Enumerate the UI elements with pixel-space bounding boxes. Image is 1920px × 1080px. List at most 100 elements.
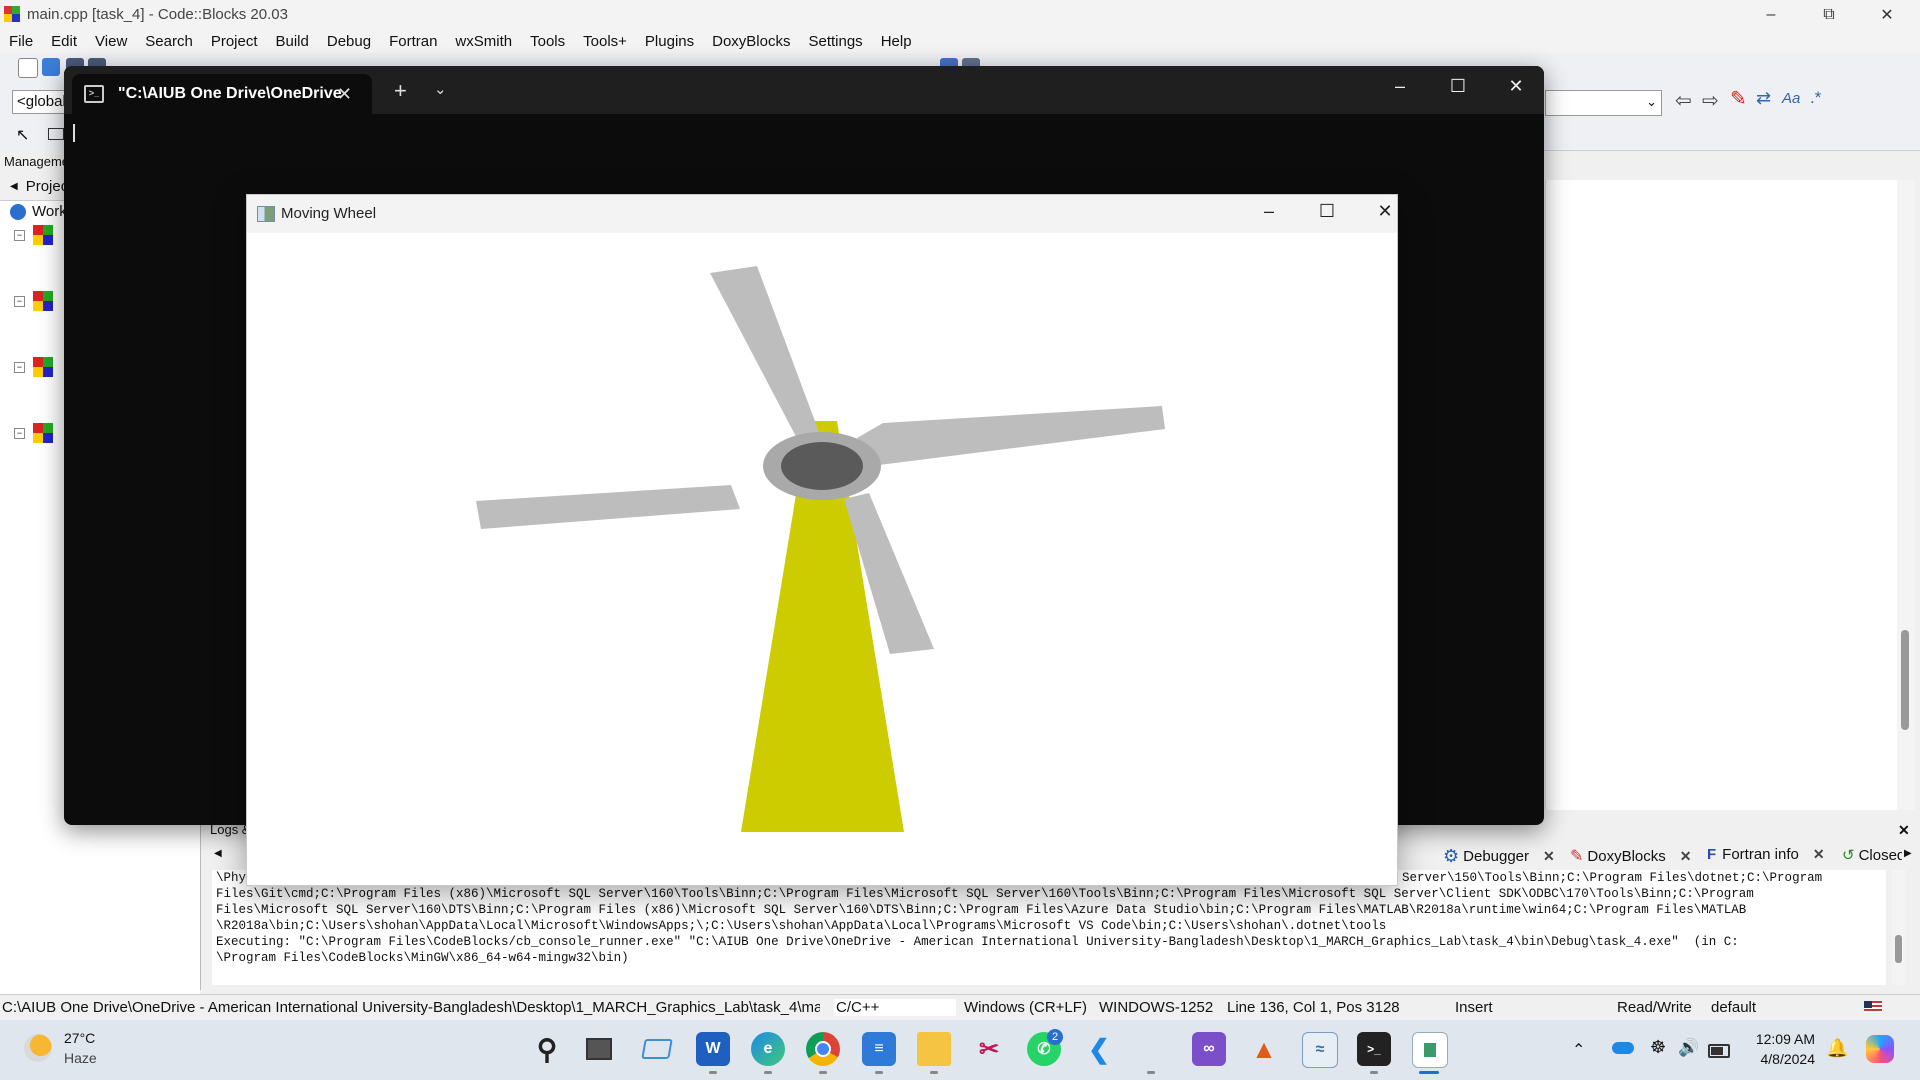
- windows-start-icon[interactable]: [476, 1036, 504, 1064]
- weather-icon[interactable]: [24, 1034, 52, 1062]
- new-tab-icon[interactable]: +: [394, 78, 407, 104]
- word-icon[interactable]: W: [696, 1032, 730, 1066]
- collapse-icon[interactable]: −: [14, 427, 25, 439]
- scrollbar-thumb[interactable]: [1895, 935, 1902, 963]
- tab-close-icon[interactable]: ✕: [1680, 848, 1692, 865]
- jump-forward-icon[interactable]: ⇨: [1702, 88, 1719, 113]
- status-cursor-position: Line 136, Col 1, Pos 3128: [1227, 999, 1400, 1016]
- jump-back-icon[interactable]: ⇦: [1675, 88, 1692, 113]
- terminal-taskbar-icon[interactable]: >_: [1357, 1032, 1391, 1066]
- terminal-maximize-button[interactable]: ☐: [1438, 76, 1478, 97]
- cb-restore-button[interactable]: ⧉: [1800, 0, 1858, 29]
- menu-help[interactable]: Help: [872, 33, 921, 50]
- opengl-app-icon[interactable]: [1412, 1032, 1448, 1068]
- pointer-tool-icon[interactable]: ↖: [16, 125, 29, 145]
- log-line: Files\Git\cmd;C:\Program Files (x86)\Mic…: [216, 887, 1754, 901]
- clock-date[interactable]: 4/8/2024: [1750, 1051, 1816, 1067]
- menu-plugins[interactable]: Plugins: [636, 33, 703, 50]
- new-file-icon[interactable]: [18, 58, 38, 78]
- whatsapp-badge: 2: [1047, 1029, 1063, 1045]
- volume-icon[interactable]: 🔊: [1678, 1038, 1699, 1058]
- clock-time[interactable]: 12:09 AM: [1750, 1031, 1815, 1047]
- menu-search[interactable]: Search: [136, 33, 202, 50]
- vscode-icon[interactable]: ❮: [1082, 1032, 1116, 1066]
- editor-scrollbar[interactable]: [1897, 180, 1915, 810]
- gl-close-button[interactable]: ✕: [1365, 201, 1405, 222]
- weather-description[interactable]: Haze: [64, 1050, 97, 1066]
- gl-minimize-button[interactable]: –: [1249, 201, 1289, 222]
- highlight-icon[interactable]: ✎: [1730, 86, 1747, 111]
- menu-project[interactable]: Project: [202, 33, 267, 50]
- copilot-icon[interactable]: [1866, 1035, 1894, 1063]
- file-explorer-icon[interactable]: [917, 1032, 951, 1066]
- collapse-icon[interactable]: −: [14, 361, 25, 373]
- menu-tools-plus[interactable]: Tools+: [574, 33, 636, 50]
- matlab-icon[interactable]: ▲: [1247, 1032, 1281, 1066]
- cb-close-button[interactable]: ✕: [1858, 0, 1916, 29]
- project-node[interactable]: −: [14, 291, 53, 311]
- code-editor[interactable]: [1545, 180, 1898, 810]
- widgets-icon[interactable]: [640, 1032, 674, 1066]
- regex-icon[interactable]: .*: [1810, 88, 1821, 108]
- project-node[interactable]: −: [14, 225, 53, 245]
- tab-closed-files[interactable]: ↺ Closed files list: [1842, 846, 1902, 865]
- menu-tools[interactable]: Tools: [521, 33, 574, 50]
- close-tab-icon[interactable]: ✕: [337, 84, 352, 105]
- match-case-icon[interactable]: Aa: [1782, 90, 1800, 107]
- moving-wheel-window[interactable]: Moving Wheel – ☐ ✕: [246, 194, 1398, 886]
- menu-build[interactable]: Build: [267, 33, 318, 50]
- scrollbar-thumb[interactable]: [1901, 630, 1909, 730]
- terminal-close-button[interactable]: ✕: [1496, 76, 1536, 97]
- snipping-tool-icon[interactable]: ✂: [972, 1032, 1006, 1066]
- menu-edit[interactable]: Edit: [42, 33, 86, 50]
- menu-view[interactable]: View: [86, 33, 136, 50]
- tab-doxyblocks[interactable]: ✎ DoxyBlocks ✕: [1570, 846, 1692, 866]
- menu-fortran[interactable]: Fortran: [380, 33, 446, 50]
- scroll-left-icon[interactable]: ◀: [10, 181, 18, 192]
- tabs-scroll-right-icon[interactable]: ▶: [1904, 848, 1912, 859]
- gl-maximize-button[interactable]: ☐: [1307, 201, 1347, 222]
- search-icon[interactable]: ⚲: [530, 1032, 564, 1066]
- codeblocks-titlebar: main.cpp [task_4] - Code::Blocks 20.03 –…: [0, 0, 1920, 29]
- onedrive-icon[interactable]: [1612, 1042, 1634, 1054]
- log-scrollbar[interactable]: [1892, 870, 1906, 985]
- project-node[interactable]: −: [14, 357, 53, 377]
- project-node[interactable]: −: [14, 423, 53, 443]
- resource-monitor-icon[interactable]: ≈: [1302, 1032, 1338, 1068]
- build-log[interactable]: \Phy Server\150\Tools\Binn;C:\Program Fil…: [212, 870, 1886, 985]
- menu-file[interactable]: File: [0, 33, 42, 50]
- tab-fortran-info[interactable]: F Fortran info ✕: [1707, 846, 1825, 863]
- cb-minimize-button[interactable]: –: [1742, 0, 1800, 29]
- edge-icon[interactable]: e: [751, 1032, 785, 1066]
- tabs-scroll-left-icon[interactable]: ◀: [214, 848, 222, 859]
- terminal-tab[interactable]: >_ "C:\AIUB One Drive\OneDrive ✕: [72, 74, 372, 114]
- visual-studio-icon[interactable]: ∞: [1192, 1032, 1226, 1066]
- opengl-canvas[interactable]: [247, 233, 1397, 885]
- symbol-combo[interactable]: ⌄: [1545, 90, 1662, 116]
- log-line: \Program Files\CodeBlocks\MinGW\x86_64-w…: [216, 951, 629, 965]
- notepad-icon[interactable]: ≡: [862, 1032, 896, 1066]
- collapse-icon[interactable]: −: [14, 229, 25, 241]
- show-hidden-icons-icon[interactable]: ⌃: [1572, 1040, 1585, 1060]
- tab-close-icon[interactable]: ✕: [1543, 848, 1555, 865]
- open-file-icon[interactable]: [42, 58, 60, 76]
- menu-doxyblocks[interactable]: DoxyBlocks: [703, 33, 799, 50]
- tab-debugger[interactable]: ⚙ Debugger ✕: [1443, 846, 1555, 867]
- menu-debug[interactable]: Debug: [318, 33, 380, 50]
- weather-temperature[interactable]: 27°C: [64, 1030, 95, 1046]
- task-view-icon[interactable]: [582, 1032, 616, 1066]
- logs-panel-close-icon[interactable]: ✕: [1898, 822, 1910, 839]
- terminal-minimize-button[interactable]: –: [1380, 76, 1420, 97]
- notification-bell-icon[interactable]: 🔔: [1826, 1038, 1848, 1059]
- replace-icon[interactable]: ⇄: [1756, 88, 1771, 109]
- menu-wxsmith[interactable]: wxSmith: [446, 33, 521, 50]
- collapse-icon[interactable]: −: [14, 295, 25, 307]
- chevron-down-icon[interactable]: ⌄: [434, 80, 447, 98]
- menu-settings[interactable]: Settings: [799, 33, 871, 50]
- rectangle-tool-icon[interactable]: [48, 128, 64, 140]
- chrome-icon[interactable]: [806, 1032, 840, 1066]
- codeblocks-icon[interactable]: [1138, 1036, 1164, 1062]
- tab-close-icon[interactable]: ✕: [1813, 846, 1825, 863]
- wifi-icon[interactable]: ☸: [1650, 1037, 1666, 1058]
- battery-icon[interactable]: [1708, 1044, 1730, 1058]
